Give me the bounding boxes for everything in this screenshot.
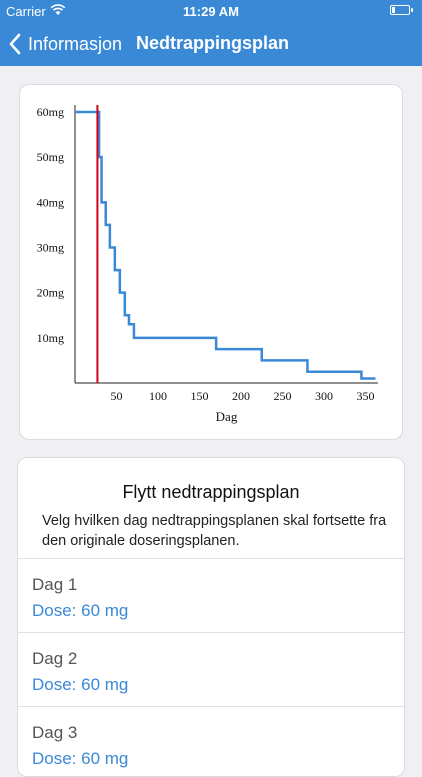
y-tick-label: 50mg	[37, 150, 64, 164]
taper-chart: 10mg 20mg 30mg 40mg 50mg 60mg 50 100 150 200 250 30…	[37, 105, 378, 424]
dose-label: Dose: 60 mg	[32, 675, 129, 694]
x-tick-label: 150	[191, 389, 209, 403]
x-tick-label: 200	[232, 389, 250, 403]
series-line	[75, 110, 376, 380]
clock: 11:29 AM	[183, 4, 239, 19]
y-tick-label: 10mg	[37, 331, 64, 345]
y-tick-label: 30mg	[37, 241, 64, 255]
move-plan-description: Velg hvilken dag nedtrappingsplanen skal…	[42, 513, 387, 549]
day-list: Dag 1 Dose: 60 mg Dag 2 Dose: 60 mg Dag …	[18, 558, 404, 776]
back-button[interactable]: Informasjon	[8, 22, 122, 66]
dose-label: Dose: 60 mg	[32, 601, 129, 620]
navigation-bar: Informasjon Nedtrappingsplan	[0, 22, 422, 66]
x-tick-label: 50	[111, 389, 123, 403]
day-label: Dag 1	[32, 575, 78, 594]
day-row-1[interactable]: Dag 1 Dose: 60 mg	[18, 558, 404, 632]
back-label: Informasjon	[28, 33, 123, 54]
y-tick-label: 40mg	[37, 195, 64, 209]
move-plan-heading: Flytt nedtrappingsplan	[122, 482, 300, 502]
day-label: Dag 3	[32, 723, 78, 742]
day-row-3[interactable]: Dag 3 Dose: 60 mg	[18, 706, 404, 776]
status-bar: Carrier 11:29 AM	[0, 0, 422, 22]
day-row-2[interactable]: Dag 2 Dose: 60 mg	[18, 632, 404, 706]
x-tick-label: 300	[315, 389, 333, 403]
chevron-left-icon	[9, 33, 21, 55]
x-axis-label: Dag	[216, 409, 238, 424]
dose-label: Dose: 60 mg	[32, 749, 129, 768]
x-tick-label: 250	[274, 389, 292, 403]
y-tick-label: 20mg	[37, 286, 64, 300]
move-plan-card: Flytt nedtrappingsplan Velg hvilken dag …	[17, 457, 405, 777]
x-tick-label: 100	[149, 389, 167, 403]
chart-card: 10mg 20mg 30mg 40mg 50mg 60mg 50 100 150 200 250 30…	[19, 84, 403, 440]
y-tick-label: 60mg	[37, 105, 64, 119]
day-label: Dag 2	[32, 649, 78, 668]
x-tick-label: 350	[357, 389, 375, 403]
page-title: Nedtrappingsplan	[136, 33, 290, 53]
battery-icon	[390, 5, 413, 15]
